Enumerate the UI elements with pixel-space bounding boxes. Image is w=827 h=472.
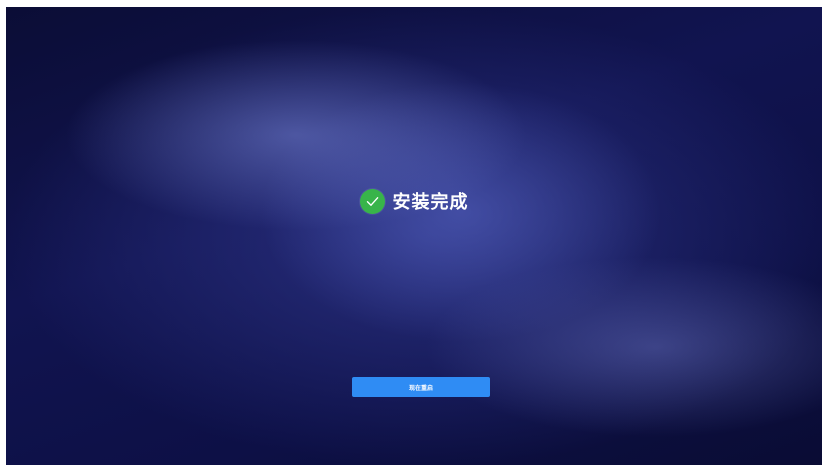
restart-now-button[interactable]: 现在重启 bbox=[352, 377, 490, 397]
installer-screen: 安装完成 现在重启 bbox=[6, 7, 822, 465]
install-complete-message: 安装完成 bbox=[6, 182, 822, 220]
install-complete-title: 安装完成 bbox=[392, 192, 469, 213]
check-circle-icon bbox=[359, 188, 385, 214]
